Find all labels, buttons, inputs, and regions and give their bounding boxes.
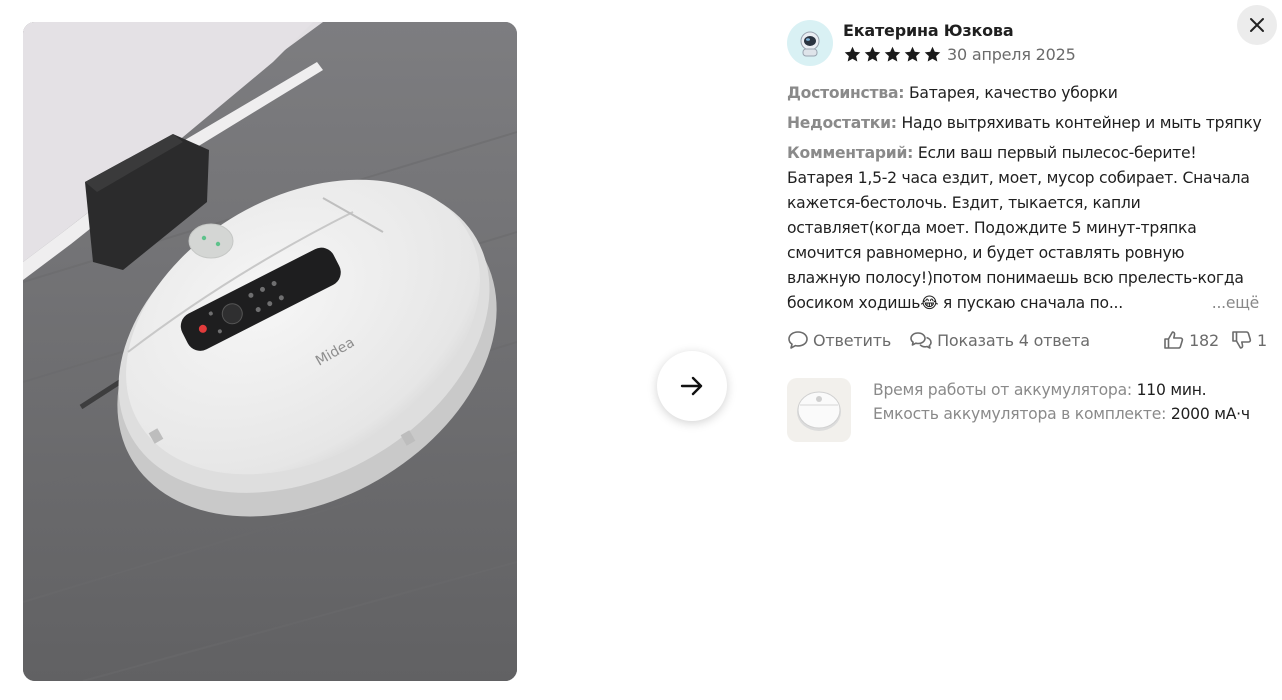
pros: Достоинства: Батарея, качество уборки [787,81,1267,106]
read-more-link[interactable]: ...ещё [1207,291,1259,316]
reply-button[interactable]: Ответить [787,330,891,350]
next-photo-button[interactable] [657,351,727,421]
thumbs-down-icon [1232,331,1252,349]
comment-line: Комментарий: Если ваш первый пылесос-бер… [787,141,1259,166]
product-specs: Время работы от аккумулятора: 110 мин. Е… [873,378,1250,426]
spec-value: 110 мин. [1136,381,1207,399]
cons-label: Недостатки: [787,114,897,132]
review-panel: Екатерина Юзкова 30 апреля 2025 Достоинс… [787,20,1267,442]
star-icon [844,46,861,62]
star-icon [884,46,901,62]
robot-vacuum-image: Midea [23,22,517,681]
comment-line: Батарея 1,5-2 часа ездит, моет, мусор со… [787,169,1250,187]
cons-text: Надо вытряхивать контейнер и мыть тряпку [901,114,1262,132]
pros-text: Батарея, качество уборки [908,84,1118,102]
spec-row: Время работы от аккумулятора: 110 мин. [873,378,1250,402]
show-replies-label: Показать 4 ответа [937,330,1090,350]
reply-label: Ответить [813,330,892,350]
robot-vacuum-thumbnail-image [797,391,841,431]
review-date: 30 апреля 2025 [947,44,1076,64]
review-photo[interactable]: Midea [23,22,517,681]
star-icon [864,46,881,62]
comment-line: смочится равномерно, и будет оставлять р… [787,244,1185,262]
comment-line: кажется-бестолочь. Ездит, тыкается, капл… [787,194,1141,212]
star-rating [843,45,942,64]
rating-row: 30 апреля 2025 [843,42,1076,66]
author-name[interactable]: Екатерина Юзкова [843,20,1076,42]
star-icon [904,46,921,62]
product-card: Время работы от аккумулятора: 110 мин. Е… [787,378,1267,442]
author-meta: Екатерина Юзкова 30 апреля 2025 [843,20,1076,66]
pros-label: Достоинства: [787,84,905,102]
chat-bubbles-icon [910,332,932,349]
spec-label: Время работы от аккумулятора: [873,381,1132,399]
comment-line: оставляет(когда моет. Подождите 5 минут-… [787,219,1197,237]
spec-label: Емкость аккумулятора в комплекте: [873,405,1167,423]
chat-bubble-icon [788,331,808,349]
comment: Комментарий: Если ваш первый пылесос-бер… [787,141,1259,316]
spec-row: Емкость аккумулятора в комплекте: 2000 м… [873,402,1250,426]
astronaut-avatar-icon [800,31,820,57]
thumbs-up-icon [1164,331,1184,349]
show-replies-button[interactable]: Показать 4 ответа [909,330,1090,350]
comment-text: Если ваш первый пылесос-берите! [917,144,1197,162]
comment-line: влажную полосу!)потом понимаешь всю прел… [787,269,1244,287]
dislike-button[interactable]: 1 [1231,330,1267,350]
comment-line: босиком ходишь😂 я пускаю сначала по... [787,294,1123,312]
product-thumbnail[interactable] [787,378,851,442]
dislikes-count: 1 [1257,330,1267,350]
star-icon [924,46,941,62]
review-actions: Ответить Показать 4 ответа 182 1 [787,328,1267,352]
cons: Недостатки: Надо вытряхивать контейнер и… [787,111,1267,136]
like-button[interactable]: 182 [1163,330,1219,350]
likes-count: 182 [1189,330,1220,350]
review-header: Екатерина Юзкова 30 апреля 2025 [787,20,1267,66]
comment-label: Комментарий: [787,144,914,162]
avatar[interactable] [787,20,833,66]
votes: 182 1 [1163,330,1267,350]
spec-value: 2000 мА·ч [1170,405,1250,423]
arrow-right-icon [680,376,703,396]
